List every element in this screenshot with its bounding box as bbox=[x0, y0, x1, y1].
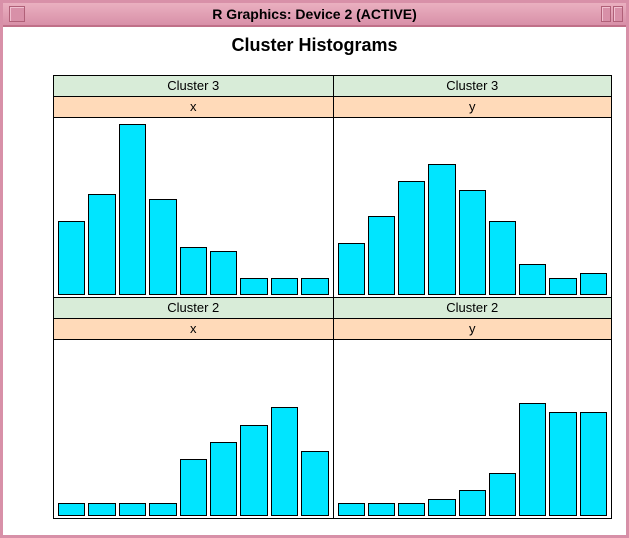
bar bbox=[271, 407, 298, 516]
bar bbox=[489, 221, 516, 295]
bar bbox=[58, 221, 85, 295]
panel-cluster3-x: Cluster 3 x bbox=[54, 76, 333, 297]
panel-cluster3-y: Cluster 3 y bbox=[333, 76, 612, 297]
bar bbox=[368, 216, 395, 295]
bar bbox=[301, 451, 328, 516]
strip-cluster: Cluster 2 bbox=[54, 298, 333, 319]
panel-cluster2-x: Cluster 2 x bbox=[54, 297, 333, 518]
bar bbox=[338, 243, 365, 296]
bar bbox=[88, 503, 115, 516]
bar bbox=[459, 490, 486, 516]
minimize-icon[interactable] bbox=[601, 6, 611, 22]
bar bbox=[428, 164, 455, 295]
bar bbox=[149, 503, 176, 516]
bars bbox=[338, 120, 608, 295]
bar bbox=[180, 459, 207, 516]
bar bbox=[580, 412, 607, 516]
bar bbox=[519, 403, 546, 516]
bar bbox=[459, 190, 486, 295]
strip-variable: y bbox=[334, 97, 612, 118]
bar bbox=[210, 251, 237, 295]
strip-variable: x bbox=[54, 319, 333, 340]
bar bbox=[119, 124, 146, 295]
strip-cluster: Cluster 2 bbox=[334, 298, 612, 319]
plot-canvas: Cluster Histograms Counts per bin by var… bbox=[5, 27, 624, 529]
strip-cluster: Cluster 3 bbox=[54, 76, 333, 97]
bar bbox=[271, 278, 298, 296]
bar bbox=[119, 503, 146, 516]
bar bbox=[428, 499, 455, 516]
bar bbox=[580, 273, 607, 295]
bar bbox=[88, 194, 115, 295]
bar bbox=[368, 503, 395, 516]
bar bbox=[149, 199, 176, 295]
bars bbox=[338, 342, 608, 516]
bar bbox=[240, 278, 267, 296]
bar bbox=[301, 278, 328, 296]
bar bbox=[240, 425, 267, 516]
bar bbox=[180, 247, 207, 295]
bars bbox=[58, 120, 329, 295]
bar bbox=[58, 503, 85, 516]
plot-title: Cluster Histograms bbox=[5, 35, 624, 56]
strip-cluster: Cluster 3 bbox=[334, 76, 612, 97]
bar bbox=[489, 473, 516, 517]
window-titlebar[interactable]: R Graphics: Device 2 (ACTIVE) bbox=[3, 3, 626, 27]
window-title: R Graphics: Device 2 (ACTIVE) bbox=[3, 6, 626, 22]
bar bbox=[210, 442, 237, 516]
strip-variable: x bbox=[54, 97, 333, 118]
bar bbox=[338, 503, 365, 516]
bar bbox=[549, 412, 576, 516]
bar bbox=[519, 264, 546, 295]
panel-cluster2-y: Cluster 2 y bbox=[333, 297, 612, 518]
bar bbox=[398, 181, 425, 295]
chart-grid: Cluster 3 x Cluster 3 y Cluster 2 x bbox=[53, 75, 612, 519]
bars bbox=[58, 342, 329, 516]
bar bbox=[398, 503, 425, 516]
maximize-icon[interactable] bbox=[613, 6, 623, 22]
window-menu-icon[interactable] bbox=[9, 6, 25, 22]
bar bbox=[549, 278, 576, 296]
strip-variable: y bbox=[334, 319, 612, 340]
